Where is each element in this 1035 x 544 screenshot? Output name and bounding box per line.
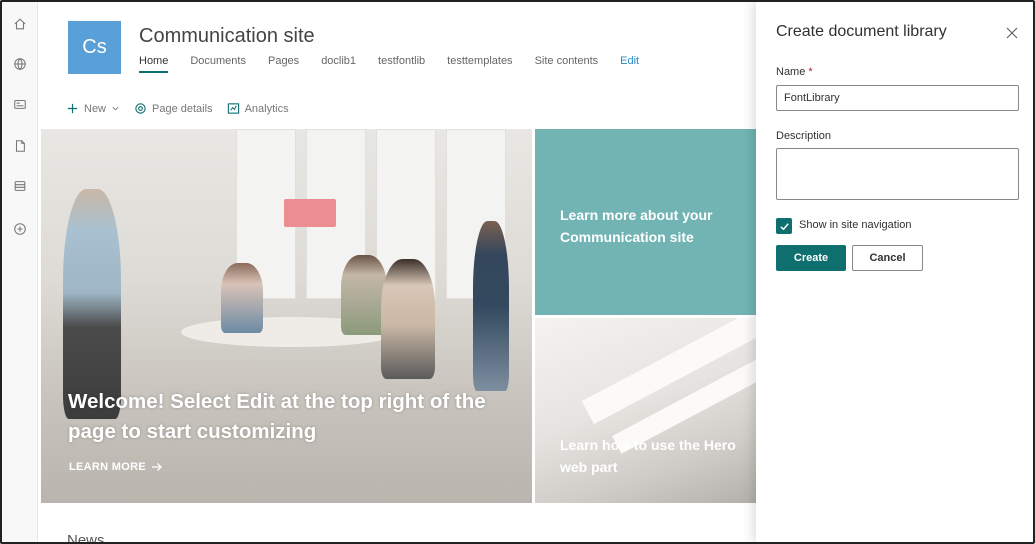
analytics-label: Analytics [244, 102, 289, 115]
page-details-button[interactable]: Page details [134, 102, 213, 115]
globe-icon[interactable] [12, 56, 28, 72]
description-label: Description [776, 130, 832, 142]
app-rail [2, 2, 38, 542]
create-library-panel: Create document library Name * FontLibra… [756, 2, 1033, 542]
show-in-nav-checkbox[interactable] [776, 218, 792, 234]
page-details-label: Page details [152, 102, 213, 115]
person-figure [63, 189, 121, 419]
new-button-label: New [84, 102, 107, 115]
analytics-button[interactable]: Analytics [227, 102, 289, 115]
description-field[interactable] [776, 148, 1019, 200]
home-icon[interactable] [12, 16, 28, 32]
name-field-value: FontLibrary [784, 92, 840, 104]
pendant-lamp-shape [284, 199, 336, 227]
nav-item-doclib1[interactable]: doclib1 [321, 55, 356, 73]
nav-item-home[interactable]: Home [139, 55, 169, 73]
cancel-button[interactable]: Cancel [852, 245, 923, 271]
document-icon[interactable] [12, 138, 28, 154]
nav-item-site-contents[interactable]: Site contents [535, 55, 599, 73]
nav-item-documents[interactable]: Documents [190, 55, 246, 73]
create-button[interactable]: Create [776, 245, 846, 271]
required-marker: * [808, 66, 813, 78]
nav-item-testfontlib[interactable]: testfontlib [378, 55, 425, 73]
name-label-text: Name [776, 66, 806, 78]
hero-main-tile[interactable]: Welcome! Select Edit at the top right of… [41, 129, 532, 503]
learn-more-link[interactable]: LEARN MORE [69, 461, 163, 473]
hero-tile-communication-site[interactable]: Learn more about your Communication site [535, 129, 756, 315]
add-circle-icon[interactable] [12, 221, 28, 237]
nav-item-testtemplates[interactable]: testtemplates [447, 55, 512, 73]
person-figure [381, 259, 435, 379]
hero-tile-hero-webpart[interactable]: Learn how to use the Hero web part [535, 318, 756, 503]
checkmark-icon [779, 222, 789, 230]
new-button[interactable]: New [66, 102, 120, 115]
site-navigation: Home Documents Pages doclib1 testfontlib… [139, 55, 661, 73]
hero-main-title: Welcome! Select Edit at the top right of… [68, 390, 486, 443]
panel-title: Create document library [776, 23, 947, 40]
plus-icon [67, 103, 78, 114]
person-figure [221, 263, 263, 333]
news-heading: News [67, 532, 105, 544]
nav-edit-link[interactable]: Edit [620, 55, 639, 73]
name-field[interactable]: FontLibrary [776, 85, 1019, 111]
arrow-right-icon [151, 463, 162, 471]
command-bar: New Page details Analytics [66, 102, 303, 115]
close-icon[interactable] [1005, 26, 1019, 40]
hero-tile2-text: Learn how to use the Hero web part [560, 437, 736, 475]
news-icon[interactable] [12, 96, 28, 112]
learn-more-label: LEARN MORE [69, 461, 146, 473]
name-label: Name * [776, 66, 813, 78]
show-in-nav-label: Show in site navigation [799, 219, 912, 231]
analytics-icon [227, 103, 239, 114]
chevron-down-icon [112, 106, 119, 111]
site-title[interactable]: Communication site [139, 25, 315, 48]
nav-item-pages[interactable]: Pages [268, 55, 299, 73]
site-logo-initials: Cs [82, 36, 107, 58]
hero-tile1-text: Learn more about your Communication site [560, 207, 713, 245]
list-icon[interactable] [12, 178, 28, 194]
person-figure [473, 221, 509, 391]
site-logo[interactable]: Cs [68, 21, 121, 74]
settings-icon [135, 103, 146, 114]
